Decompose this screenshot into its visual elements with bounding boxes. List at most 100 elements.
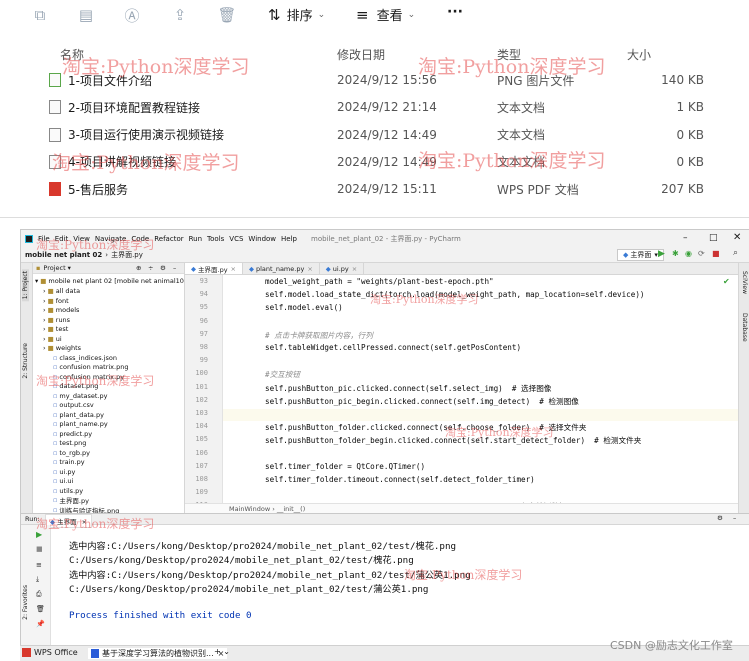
project-tree-item[interactable]: ▫ output.csv xyxy=(53,400,94,410)
view-label: 查看 xyxy=(376,9,403,24)
project-tree-item[interactable]: ▫ class_indices.json xyxy=(53,353,117,363)
breadcrumb-text[interactable]: MainWindow › __init__() xyxy=(229,505,305,513)
project-tree-item[interactable]: ▫ ui.ui xyxy=(53,476,73,486)
maximize-button[interactable]: □ xyxy=(709,233,718,243)
project-tree-item[interactable]: ▫ plant_data.py xyxy=(53,410,104,420)
column-header-date[interactable]: 修改日期 xyxy=(337,46,385,63)
scroll-end-icon[interactable]: ⤓ xyxy=(36,575,39,584)
rename-icon[interactable]: Ⓐ xyxy=(122,6,142,25)
stop-icon[interactable]: ■ xyxy=(36,545,43,553)
menu-item-file[interactable]: File xyxy=(38,235,50,243)
nav-project[interactable]: mobile net plant 02 xyxy=(25,251,102,259)
file-row[interactable]: 2-项目环境配置教程链接 2024/9/12 21:14 文本文档 1 KB xyxy=(20,96,749,118)
project-tree-item[interactable]: ▫ 主界面.py xyxy=(53,495,89,505)
file-row[interactable]: 5-售后服务 2024/9/12 15:11 WPS PDF 文档 207 KB xyxy=(20,178,749,200)
project-tree-item[interactable]: ▫ confusion matrix.png xyxy=(53,362,128,372)
menu-item-code[interactable]: Code xyxy=(131,235,149,243)
sort-button[interactable]: ⇅ 排序 ⌄ xyxy=(268,5,325,25)
coverage-icon[interactable]: ◉ xyxy=(685,249,692,258)
search-icon[interactable]: ⌕ xyxy=(733,248,738,258)
close-icon[interactable]: × xyxy=(82,518,87,526)
close-icon[interactable]: × xyxy=(352,265,357,273)
pin-icon[interactable]: 📌 xyxy=(36,620,45,628)
taskbar-item-doc[interactable]: 基于深度学习算法的植物识别... × xyxy=(88,648,228,659)
collapse-icon[interactable]: ÷ xyxy=(148,264,153,272)
project-tree-item[interactable]: › ■ models xyxy=(43,305,79,315)
gear-icon[interactable]: ⚙ xyxy=(717,514,723,522)
run-tab[interactable]: ◆ 主界面 × xyxy=(45,514,93,528)
profile-icon[interactable]: ⟳ xyxy=(698,249,705,258)
project-tree-item[interactable]: › ■ font xyxy=(43,296,69,306)
close-icon[interactable]: × xyxy=(231,265,236,273)
new-tab-icon[interactable]: + ⌄ xyxy=(214,647,230,656)
editor-tab[interactable]: ◆ plant_name.py × xyxy=(243,263,320,274)
project-tree-item[interactable]: ▫ predict.py xyxy=(53,429,92,439)
taskbar-item-wps[interactable]: WPS Office xyxy=(22,648,78,657)
project-tree-item[interactable]: ▫ train.py xyxy=(53,457,85,467)
copy-icon[interactable]: ⧉ xyxy=(30,6,50,24)
close-button[interactable]: ✕ xyxy=(733,232,741,243)
column-header-type[interactable]: 类型 xyxy=(497,46,521,63)
file-row[interactable]: 3-项目运行使用演示视频链接 2024/9/12 14:49 文本文档 0 KB xyxy=(20,124,749,146)
file-row[interactable]: 4-项目讲解视频链接 2024/9/12 14:49 文本文档 0 KB xyxy=(20,151,749,173)
menu-item-tools[interactable]: Tools xyxy=(207,235,224,243)
project-tree-item[interactable]: ▫ to_rgb.py xyxy=(53,448,90,458)
project-tree-item[interactable]: ▫ dataset.png xyxy=(53,381,98,391)
menu-item-window[interactable]: Window xyxy=(248,235,276,243)
more-options-button[interactable]: ··· xyxy=(447,4,463,20)
paste-icon[interactable]: ▤ xyxy=(76,6,96,24)
project-tree-item[interactable]: ▫ 训练与验证指标.png xyxy=(53,505,119,514)
menu-item-edit[interactable]: Edit xyxy=(55,235,69,243)
file-row[interactable]: 1-项目文件介绍 2024/9/12 15:56 PNG 图片文件 140 KB xyxy=(20,69,749,91)
menu-item-view[interactable]: View xyxy=(73,235,90,243)
run-icon[interactable]: ▶ xyxy=(658,249,665,259)
hide-icon[interactable]: – xyxy=(733,514,736,522)
minimize-button[interactable]: – xyxy=(683,233,688,243)
debug-icon[interactable]: ✱ xyxy=(672,249,679,258)
hide-icon[interactable]: – xyxy=(173,264,176,272)
share-icon[interactable]: ⇪ xyxy=(170,6,190,24)
project-tree-item[interactable]: ▫ my_dataset.py xyxy=(53,391,107,401)
close-icon[interactable]: × xyxy=(307,265,312,273)
project-tree-item[interactable]: › ■ runs xyxy=(43,315,70,325)
file-date: 2024/9/12 14:49 xyxy=(337,154,437,169)
menu-item-vcs[interactable]: VCS xyxy=(229,235,243,243)
project-tree-item[interactable]: ▫ ui.py xyxy=(53,467,75,477)
column-header-name[interactable]: 名称 xyxy=(60,46,84,63)
print-icon[interactable]: ⎙ xyxy=(36,590,42,599)
run-config-selector[interactable]: ◆ 主界面 ▾ xyxy=(617,249,664,261)
locate-icon[interactable]: ⊕ xyxy=(136,264,141,272)
file-icon: ▫ xyxy=(53,410,58,419)
sciview-tool-tab[interactable]: SciView xyxy=(741,271,748,294)
project-tree-item[interactable]: ▫ utils.py xyxy=(53,486,83,496)
project-root[interactable]: ▾ ■ mobile net plant 02 [mobile net anim… xyxy=(35,276,184,286)
favorites-tool-tab[interactable]: 2: Favorites xyxy=(22,585,29,620)
gear-icon[interactable]: ⚙ xyxy=(160,264,166,272)
project-tree-item[interactable]: › ■ all data xyxy=(43,286,80,296)
menu-item-run[interactable]: Run xyxy=(189,235,202,243)
editor-tab[interactable]: ◆ 主界面.py × xyxy=(185,263,243,274)
menu-item-help[interactable]: Help xyxy=(281,235,297,243)
inspection-ok-icon[interactable]: ✔ xyxy=(723,277,730,286)
project-panel-title[interactable]: Project xyxy=(43,264,65,272)
project-tree-item[interactable]: ▫ confusion matrix.py xyxy=(53,372,124,382)
column-header-size[interactable]: 大小 xyxy=(627,46,651,63)
delete-icon[interactable]: 🗑 xyxy=(217,6,237,24)
project-tree-item[interactable]: › ■ ui xyxy=(43,334,62,344)
rerun-icon[interactable]: ▶ xyxy=(36,530,42,539)
menu-item-refactor[interactable]: Refactor xyxy=(154,235,183,243)
structure-tool-tab[interactable]: 2: Structure xyxy=(22,343,29,379)
project-tree-item[interactable]: ▫ test.png xyxy=(53,438,86,448)
menu-item-navigate[interactable]: Navigate xyxy=(95,235,126,243)
database-tool-tab[interactable]: Database xyxy=(741,313,748,342)
stop-icon[interactable]: ■ xyxy=(712,249,720,258)
trash-icon[interactable]: 🗑 xyxy=(36,605,45,613)
project-tree-item[interactable]: › ■ test xyxy=(43,324,68,334)
nav-file[interactable]: 主界面.py xyxy=(111,250,143,260)
project-tree-item[interactable]: ▫ plant_name.py xyxy=(53,419,108,429)
view-button[interactable]: ≡ 查看 ⌄ xyxy=(356,5,415,25)
project-tool-tab[interactable]: 1: Project xyxy=(22,269,29,302)
project-tree-item[interactable]: › ■ weights xyxy=(43,343,81,353)
editor-tab[interactable]: ◆ ui.py × xyxy=(320,263,365,274)
wrap-icon[interactable]: ≡ xyxy=(36,561,42,569)
